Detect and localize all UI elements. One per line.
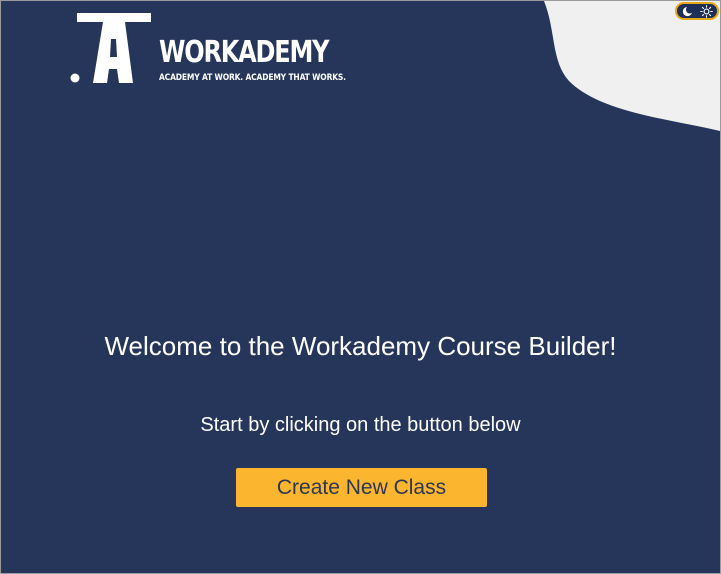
workademy-logo: WORKADEMY ACADEMY AT WORK. ACADEMY THAT … [69, 13, 346, 87]
welcome-title: Welcome to the Workademy Course Builder! [104, 331, 617, 361]
theme-toggle[interactable] [675, 2, 719, 20]
logo-mark-icon [70, 13, 151, 83]
logo-name: WORKADEMY [159, 35, 330, 70]
app-window: WORKADEMY ACADEMY AT WORK. ACADEMY THAT … [0, 0, 721, 574]
moon-icon [682, 5, 694, 17]
sun-icon [700, 5, 713, 18]
instruction-text: Start by clicking on the button below [200, 414, 521, 436]
create-new-class-button[interactable]: Create New Class [236, 468, 487, 507]
logo-tagline: ACADEMY AT WORK. ACADEMY THAT WORKS. [159, 73, 346, 83]
